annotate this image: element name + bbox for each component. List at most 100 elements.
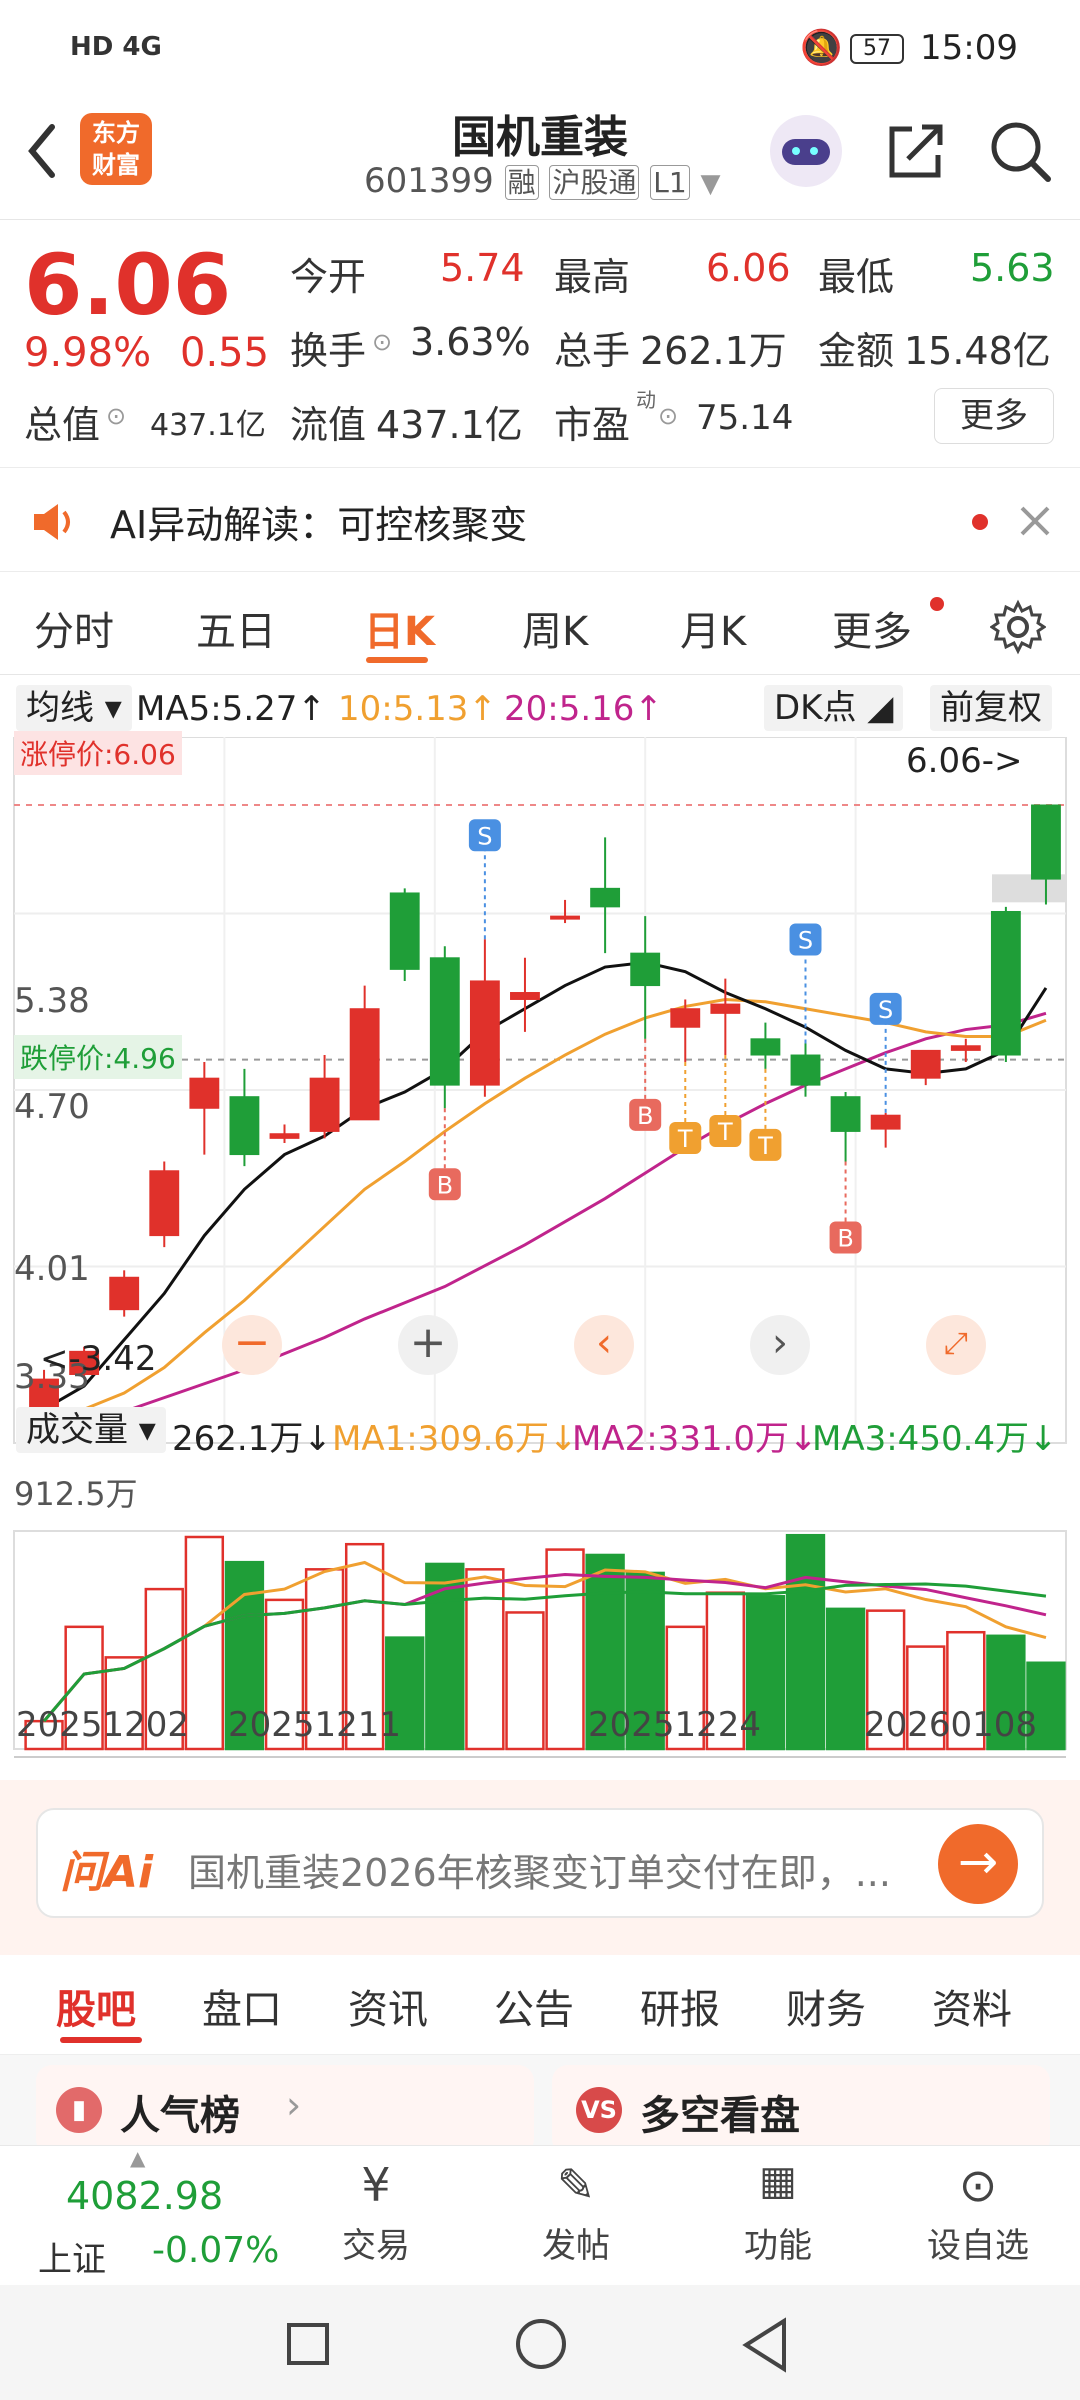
tab-weekly-k[interactable]: 周K [522, 599, 588, 657]
ask-ai-brand: 问Ai [60, 1847, 154, 1898]
candle-body [469, 980, 500, 1086]
recent-apps-icon[interactable] [287, 2323, 329, 2365]
low-marker: <-3.42 [40, 1339, 157, 1379]
volume-select[interactable]: 成交量 ▾ [16, 1407, 166, 1453]
index-name[interactable]: 上证 [38, 2232, 106, 2281]
low-label: 最低 [818, 255, 895, 299]
pe-value: 75.14 [696, 398, 794, 438]
scroll-right-button[interactable]: › [750, 1315, 810, 1375]
amount-label: 金额 [818, 329, 895, 373]
status-bar: HD 4G 🔕 57 15:09 [0, 0, 1080, 95]
abs-change: 0.55 [180, 330, 270, 376]
ma-select[interactable]: 均线 ▾ [16, 685, 132, 731]
candle-body [710, 1003, 741, 1014]
chevron-down-icon[interactable]: ▼ [701, 169, 721, 199]
candles [29, 804, 1061, 1422]
low-value: 5.63 [970, 246, 1055, 290]
volume-bar [545, 1548, 585, 1751]
level-tag[interactable]: L1 [650, 165, 690, 200]
fullscreen-icon[interactable]: ⤢ [926, 1315, 986, 1375]
mute-icon: 🔕 [800, 28, 843, 68]
zoom-out-button[interactable]: − [222, 1315, 282, 1375]
post-button[interactable]: ✎ 发帖 [496, 2158, 656, 2267]
adjust-button[interactable]: 前复权 [930, 685, 1052, 731]
volume-bar [825, 1607, 866, 1751]
signal-letter: T [757, 1132, 773, 1160]
candle-body [1031, 804, 1061, 880]
trade-label: 交易 [342, 2226, 410, 2266]
share-icon[interactable] [886, 121, 946, 181]
ma-lines [43, 960, 1048, 1427]
ask-ai-prompt[interactable]: 国机重装2026年核聚变订单交付在即，... [188, 1842, 948, 1897]
arrow-right-icon[interactable]: → [938, 1824, 1018, 1904]
candle-body [149, 1170, 180, 1237]
kline-svg[interactable]: BSBT T TSBS [0, 737, 1080, 1780]
search-icon[interactable] [988, 119, 1052, 183]
mktcap-label: 总值 [24, 403, 101, 447]
more-dot [930, 597, 944, 611]
y-tick-3: 4.01 [14, 1249, 90, 1289]
index-value[interactable]: 4082.98 [66, 2174, 223, 2218]
tab-monthly-k[interactable]: 月K [680, 599, 746, 657]
volume-legend-row: 成交量 ▾ 262.1万↓ MA1:309.6万↓ MA2:331.0万↓ MA… [0, 1403, 1080, 1459]
info-icon[interactable]: ⊙ [372, 328, 392, 356]
candle-body [830, 1096, 861, 1132]
stock-code-row: 601399 融 沪股通 L1 ▼ [364, 161, 721, 201]
candle-body [510, 992, 540, 1000]
last-price: 6.06 [24, 236, 232, 334]
tab-research[interactable]: 研报 [640, 1977, 720, 2035]
ai-banner[interactable]: AI异动解读：可控核聚变 [0, 470, 1080, 572]
y-tick-2: 4.70 [14, 1087, 90, 1127]
candle-body [349, 1008, 380, 1121]
close-icon[interactable] [1018, 504, 1052, 538]
candle-body [950, 1045, 981, 1051]
tab-profile[interactable]: 资料 [932, 1977, 1012, 2035]
candle-body [269, 1133, 300, 1139]
bull-bear-card[interactable]: VS 多空看盘 [552, 2065, 1050, 2155]
trade-button[interactable]: ¥ 交易 [296, 2158, 456, 2267]
system-nav-bar [0, 2285, 1080, 2400]
candle-body [790, 1054, 821, 1086]
signal-letter: S [798, 926, 813, 954]
dk-select[interactable]: DK点 ◢ [764, 685, 904, 731]
vol-ma2: MA2:331.0万↓ [572, 1419, 818, 1459]
info-icon[interactable]: ⊙ [106, 402, 126, 430]
index-pct[interactable]: -0.07% [152, 2230, 279, 2271]
network-indicator: HD 4G [70, 32, 162, 62]
ai-banner-text[interactable]: AI异动解读：可控核聚变 [110, 494, 527, 549]
add-watchlist-button[interactable]: ⊙ 设自选 [898, 2158, 1058, 2267]
info-icon[interactable]: ⊙ [658, 402, 678, 430]
tab-intraday[interactable]: 分时 [34, 599, 114, 657]
back-nav-icon[interactable] [740, 2317, 790, 2373]
ai-assistant-icon[interactable] [770, 115, 842, 187]
functions-button[interactable]: ▦ 功能 [698, 2158, 858, 2267]
signal-letter: T [677, 1125, 693, 1153]
stock-header: 东方 财富 国机重装 601399 融 沪股通 L1 ▼ [0, 95, 1080, 220]
functions-label: 功能 [744, 2226, 812, 2266]
more-quote-button[interactable]: 更多 [934, 388, 1054, 444]
signal-letter: T [717, 1118, 733, 1146]
pct-change: 9.98% [24, 330, 152, 376]
signal-letter: B [837, 1225, 853, 1253]
tab-announcements[interactable]: 公告 [494, 1977, 574, 2035]
candle-body [429, 957, 460, 1086]
popularity-card[interactable]: ▮ 人气榜 › [36, 2065, 534, 2155]
turnover-value: 3.63% [410, 320, 531, 364]
settings-gear-icon[interactable] [990, 599, 1046, 655]
tab-daily-k[interactable]: 日K [364, 599, 435, 657]
volume-ymax: 912.5万 [14, 1475, 138, 1513]
tab-pankou[interactable]: 盘口 [202, 1977, 282, 2035]
ma10-value: 10:5.13↑ [338, 689, 497, 729]
tab-finance[interactable]: 财务 [786, 1977, 866, 2035]
tab-five-day[interactable]: 五日 [196, 599, 276, 657]
zoom-in-button[interactable]: + [398, 1315, 458, 1375]
tab-news[interactable]: 资讯 [348, 1977, 428, 2035]
candle-body [389, 892, 420, 970]
ask-ai-input[interactable]: 问Ai 国机重装2026年核聚变订单交付在即，... → [36, 1808, 1044, 1918]
grid-icon: ▦ [759, 2158, 797, 2204]
tab-guba[interactable]: 股吧 [56, 1977, 136, 2035]
y-tick-1: 5.38 [14, 981, 90, 1021]
home-icon[interactable] [516, 2319, 566, 2369]
scroll-left-button[interactable]: ‹ [574, 1315, 634, 1375]
tab-more[interactable]: 更多 [832, 599, 912, 657]
